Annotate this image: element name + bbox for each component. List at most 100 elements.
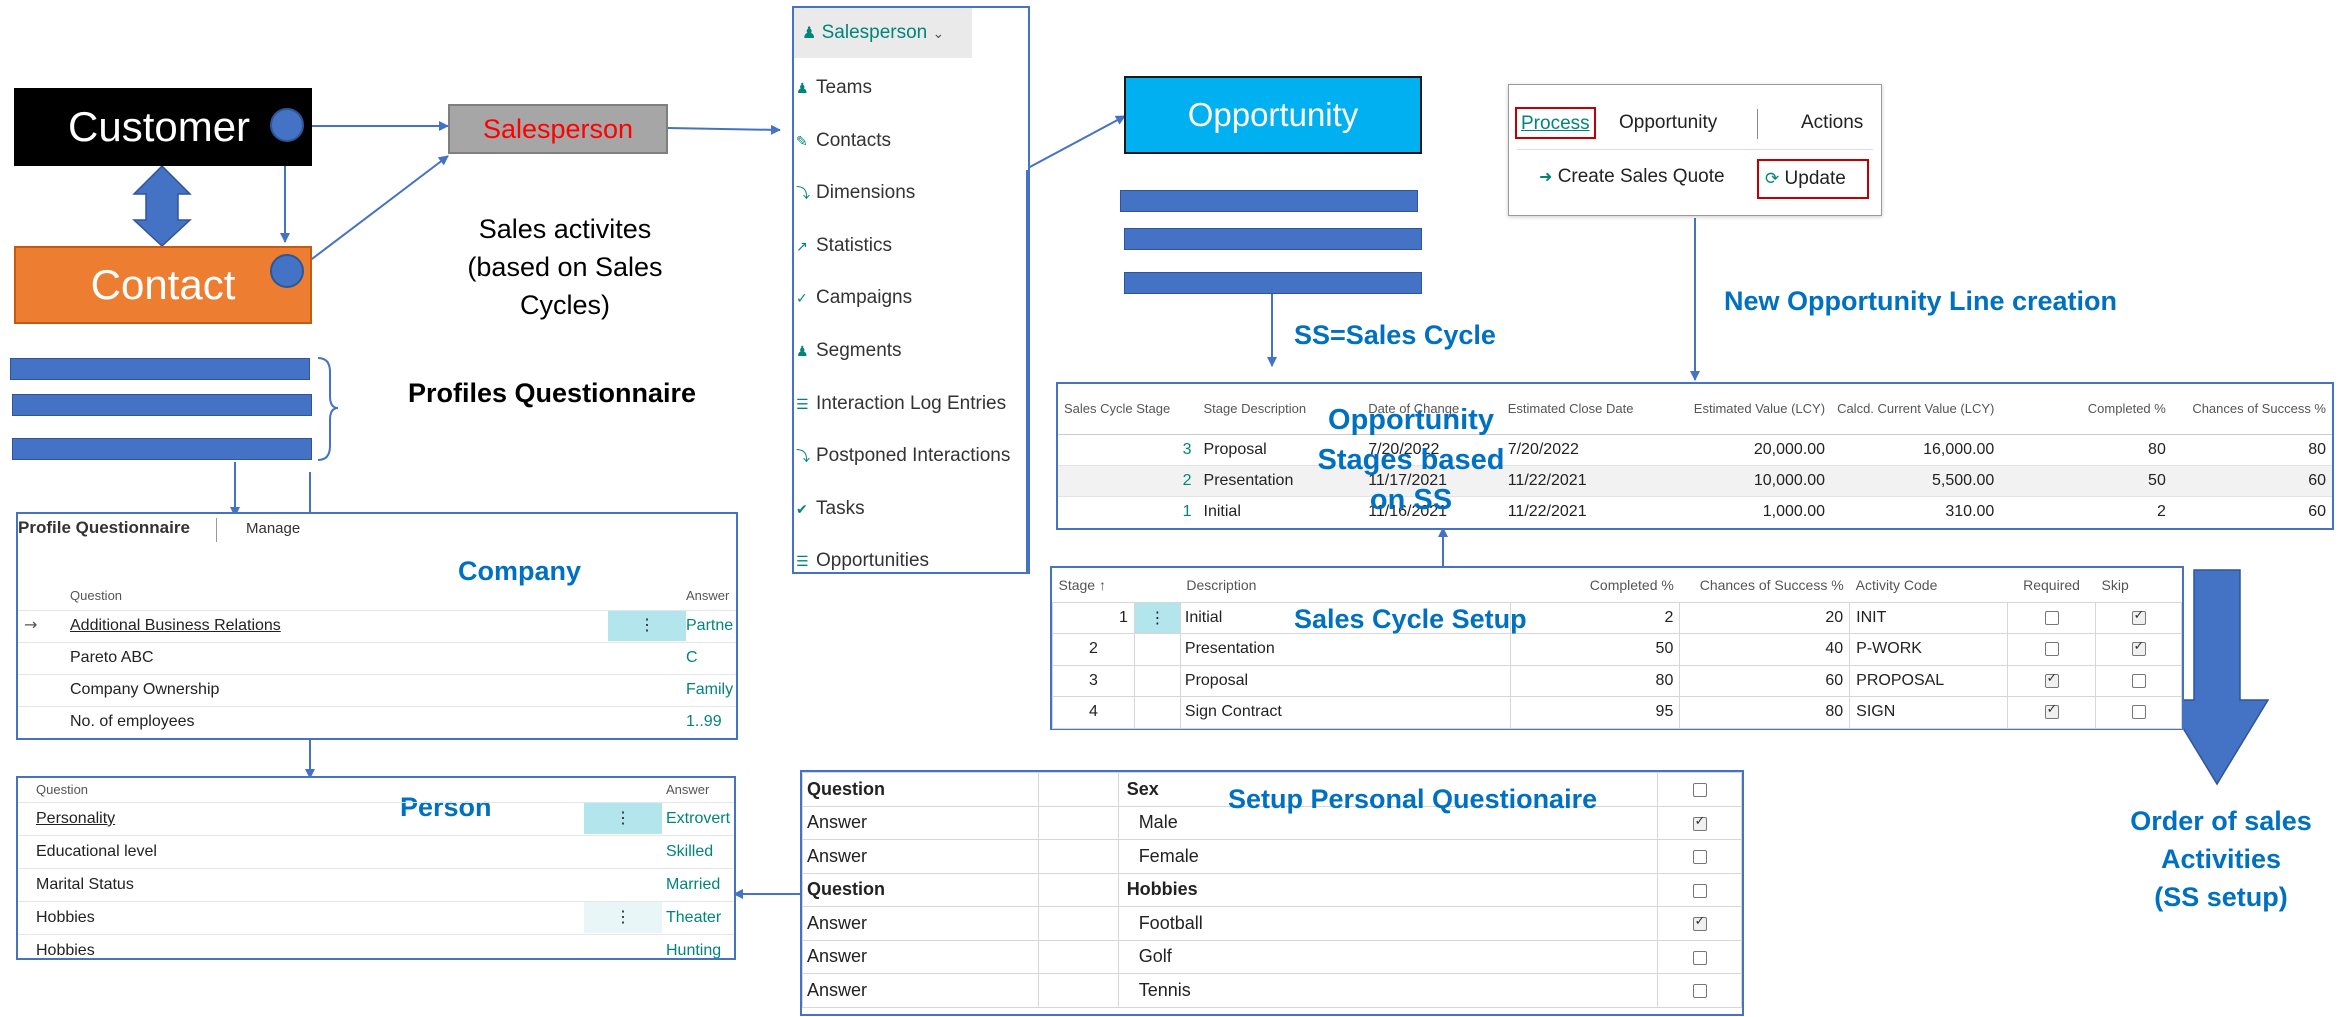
answer-checkbox[interactable] bbox=[1692, 814, 1707, 831]
checkbox-cell bbox=[1657, 872, 1742, 907]
answer-checkbox[interactable] bbox=[1692, 984, 1707, 998]
menu-item-opportunities[interactable]: ☰ Opportunities bbox=[794, 535, 1030, 588]
tasks-icon: ✔ bbox=[796, 501, 808, 518]
table-row[interactable]: Question Hobbies bbox=[802, 872, 1742, 907]
required-checkbox[interactable] bbox=[2044, 671, 2059, 688]
row-arrow-icon: → bbox=[24, 615, 38, 634]
salesperson-menu-header[interactable]: ♟ Salesperson ⌄ bbox=[794, 8, 972, 58]
table-row[interactable]: 3 Proposal 80 60 PROPOSAL bbox=[1052, 664, 2182, 697]
checkbox-cell bbox=[1657, 839, 1742, 874]
answer-checkbox[interactable] bbox=[1692, 883, 1707, 898]
sales-activities-label: Sales activites bbox=[478, 214, 652, 244]
menu-item-tasks[interactable]: ✔ Tasks bbox=[794, 483, 1030, 536]
person-icon: ♟ bbox=[802, 23, 817, 42]
tab-actions[interactable]: Actions bbox=[1801, 107, 1863, 139]
list-item[interactable]: → ⋮ Additional Business Relations Partner bbox=[18, 610, 736, 642]
company-col-question: Question bbox=[70, 588, 123, 603]
table-row[interactable]: 1 Initial 11/16/2021 11/22/2021 1,000.00 310.… bbox=[1058, 495, 2332, 527]
question-cell[interactable]: Additional Business Relations bbox=[70, 617, 281, 635]
more-options-icon[interactable]: ⋮ bbox=[584, 902, 662, 933]
table-row[interactable]: Answer Golf bbox=[802, 939, 1742, 974]
manage-button[interactable]: Manage bbox=[246, 520, 300, 537]
tab-process[interactable]: Process bbox=[1515, 107, 1596, 139]
table-row[interactable]: Answer Football bbox=[802, 906, 1742, 941]
column-header: Calcd. Current Value (LCY) bbox=[1831, 384, 2001, 435]
stage-cell[interactable]: 2 bbox=[1052, 633, 1135, 666]
menu-item-segments[interactable]: ♟ Segments bbox=[794, 325, 1030, 378]
stage-cell[interactable]: 3 bbox=[1052, 664, 1135, 697]
list-item[interactable]: Marital Status Married bbox=[18, 868, 734, 901]
answer-checkbox[interactable] bbox=[1692, 950, 1707, 965]
create-sales-quote-button[interactable]: ➜ Create Sales Quote bbox=[1539, 161, 1725, 193]
list-item[interactable]: ⋮ Hobbies Theater bbox=[18, 901, 734, 934]
list-item[interactable]: Pareto ABC C bbox=[18, 642, 736, 674]
column-header: Completed % bbox=[2000, 384, 2172, 435]
required-checkbox[interactable] bbox=[2044, 642, 2059, 657]
list-item[interactable]: ⋮ Personality Extrovert bbox=[18, 802, 734, 835]
type-cell: Question bbox=[802, 872, 1039, 907]
list-item[interactable]: Educational level Skilled bbox=[18, 835, 734, 868]
tab-opportunity[interactable]: Opportunity bbox=[1619, 107, 1717, 139]
order-of-sales-line-3: (SS setup) bbox=[2154, 882, 2288, 912]
table-row[interactable]: Answer Female bbox=[802, 839, 1742, 874]
more-options-icon[interactable]: ⋮ bbox=[608, 611, 686, 641]
more-options-icon[interactable]: ⋮ bbox=[1133, 601, 1181, 634]
activity-code-cell: P-WORK bbox=[1849, 633, 2009, 666]
list-item[interactable]: Hobbies Hunting bbox=[18, 934, 734, 967]
menu-item-dimensions[interactable]: ⤵ Dimensions bbox=[794, 167, 1030, 220]
skip-cell bbox=[2095, 633, 2182, 666]
update-button[interactable]: ⟳ Update bbox=[1757, 159, 1869, 199]
menu-item-interaction-log-entries[interactable]: ☰ Interaction Log Entries bbox=[794, 378, 1030, 431]
required-checkbox[interactable] bbox=[2044, 702, 2059, 720]
menu-item-postponed-interactions[interactable]: ⤵ Postponed Interactions bbox=[794, 430, 1030, 483]
table-row[interactable]: 1 ⋮ Initial 2 20 INIT bbox=[1052, 601, 2182, 634]
skip-checkbox[interactable] bbox=[2131, 639, 2146, 657]
table-row[interactable]: 4 Sign Contract 95 80 SIGN bbox=[1052, 696, 2182, 729]
answer-checkbox[interactable] bbox=[1692, 914, 1707, 931]
blank-cell bbox=[1037, 906, 1119, 941]
menu-item-campaigns[interactable]: ✓ Campaigns bbox=[794, 272, 1030, 325]
question-cell: Hobbies bbox=[36, 942, 95, 959]
header-row: Sales Cycle Stage Stage Description Date o… bbox=[1058, 384, 2332, 435]
required-checkbox[interactable] bbox=[2044, 610, 2059, 625]
table-row[interactable]: 3 Proposal 7/20/2022 7/20/2022 20,000.00 16,0… bbox=[1058, 433, 2332, 465]
person-col-answer: Answer bbox=[666, 782, 710, 797]
list-item[interactable]: Company Ownership Family bbox=[18, 674, 736, 706]
sales-activities-sublabel: (based on Sales Cycles) bbox=[467, 252, 663, 320]
table-row[interactable]: Answer Tennis bbox=[802, 973, 1742, 1008]
menu-item-statistics[interactable]: ↗ Statistics bbox=[794, 220, 1030, 273]
list-item[interactable]: No. of employees 1..99 bbox=[18, 706, 736, 738]
menu-item-contacts[interactable]: ✎ Contacts bbox=[794, 115, 1030, 168]
answer-checkbox[interactable] bbox=[1692, 783, 1707, 797]
stage-cell[interactable]: 1 bbox=[1052, 601, 1135, 634]
more-options-icon[interactable]: ⋮ bbox=[584, 803, 662, 834]
stage-cell[interactable]: 4 bbox=[1052, 696, 1135, 729]
team-icon: ♟ bbox=[796, 81, 809, 97]
answer-checkbox[interactable] bbox=[1692, 850, 1707, 864]
person-col-question: Question bbox=[36, 782, 89, 797]
menu-item-teams[interactable]: ♟ Teams bbox=[794, 62, 1030, 115]
menu-item-label: Contacts bbox=[816, 129, 891, 151]
table-row[interactable]: 2 Presentation 50 40 P-WORK bbox=[1052, 633, 2182, 666]
chances-cell: 80 bbox=[1679, 696, 1851, 729]
opportunity-label: Opportunity bbox=[1187, 96, 1359, 133]
log-icon: ☰ bbox=[796, 396, 809, 413]
tab-separator bbox=[1757, 109, 1758, 139]
order-of-sales-line-2: Activities bbox=[2160, 844, 2282, 874]
menu-divider bbox=[1026, 170, 1028, 574]
table-row[interactable]: 2 Presentation 11/17/2021 11/22/2021 10,000.… bbox=[1058, 464, 2332, 496]
opportunity-bar-2 bbox=[1124, 228, 1422, 250]
description-cell: Presentation bbox=[1179, 633, 1511, 666]
skip-cell bbox=[2095, 696, 2182, 729]
update-label: Update bbox=[1784, 168, 1846, 189]
checkbox-cell bbox=[1657, 939, 1742, 974]
completed-cell: 50 bbox=[1509, 633, 1681, 666]
skip-checkbox[interactable] bbox=[2131, 673, 2146, 688]
postponed-icon: ⤵ bbox=[796, 449, 810, 466]
table-cell: 60 bbox=[2171, 464, 2332, 496]
skip-checkbox[interactable] bbox=[2131, 608, 2146, 625]
more-options-icon bbox=[1133, 633, 1181, 666]
question-cell[interactable]: Personality bbox=[36, 810, 115, 828]
table-cell: 2 bbox=[2000, 495, 2172, 527]
skip-checkbox[interactable] bbox=[2131, 705, 2146, 720]
